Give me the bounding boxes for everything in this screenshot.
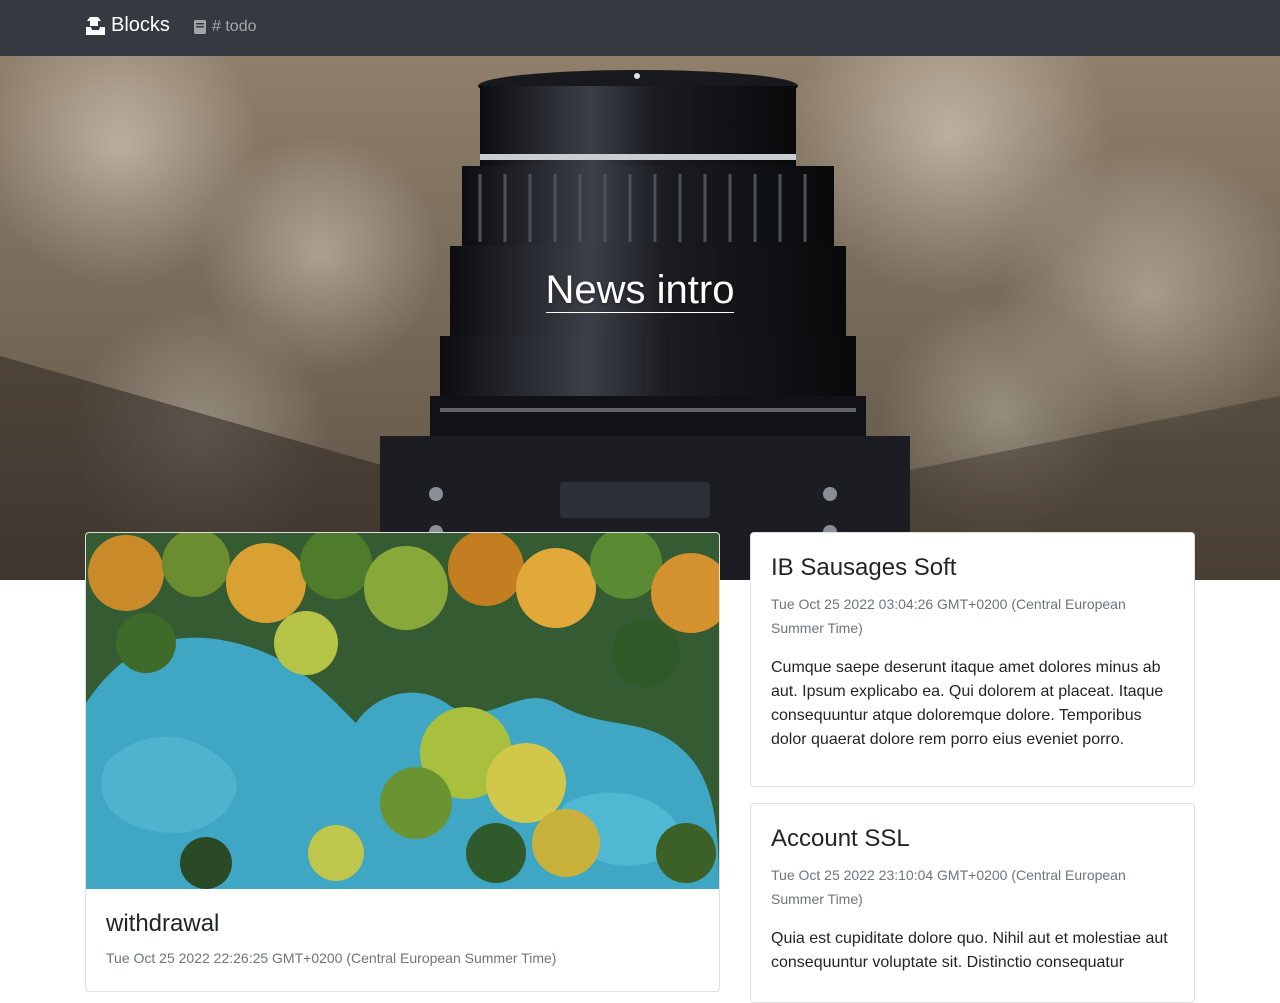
news-card-withdrawal[interactable]: withdrawal Tue Oct 25 2022 22:26:25 GMT+… [85, 532, 720, 992]
card-text: Cumque saepe deserunt itaque amet dolore… [771, 659, 1164, 748]
brand-link[interactable]: Blocks [85, 14, 170, 37]
brand-label: Blocks [111, 14, 170, 36]
card-title[interactable]: withdrawal [106, 909, 699, 938]
card-body: Account SSL Tue Oct 25 2022 23:10:04 GMT… [751, 804, 1194, 995]
card-title[interactable]: IB Sausages Soft [771, 553, 1174, 582]
card-body: withdrawal Tue Oct 25 2022 22:26:25 GMT+… [86, 889, 719, 990]
book-icon [194, 20, 206, 34]
news-card-ib-sausages-soft[interactable]: IB Sausages Soft Tue Oct 25 2022 03:04:2… [750, 532, 1195, 787]
card-date: Tue Oct 25 2022 03:04:26 GMT+0200 (Centr… [771, 596, 1126, 636]
hero-title-text[interactable]: News intro [545, 268, 735, 313]
card-title[interactable]: Account SSL [771, 824, 1174, 853]
nav-todo-link[interactable]: # todo [193, 18, 256, 36]
inbox-tray-icon [86, 16, 105, 35]
card-date: Tue Oct 25 2022 23:10:04 GMT+0200 (Centr… [771, 867, 1126, 907]
hero-banner: News intro [0, 56, 1280, 580]
card-body: IB Sausages Soft Tue Oct 25 2022 03:04:2… [751, 533, 1194, 772]
nav-todo-label: # todo [212, 18, 257, 35]
aerial-forest-lake-photo [86, 533, 719, 889]
card-date: Tue Oct 25 2022 22:26:25 GMT+0200 (Centr… [106, 950, 557, 966]
top-navbar: Blocks # todo [0, 0, 1280, 56]
hero-title[interactable]: News intro [0, 266, 1280, 314]
card-text: Quia est cupiditate dolore quo. Nihil au… [771, 930, 1168, 971]
news-card-account-ssl[interactable]: Account SSL Tue Oct 25 2022 23:10:04 GMT… [750, 803, 1195, 1003]
camera-lens-photo [0, 56, 1280, 580]
